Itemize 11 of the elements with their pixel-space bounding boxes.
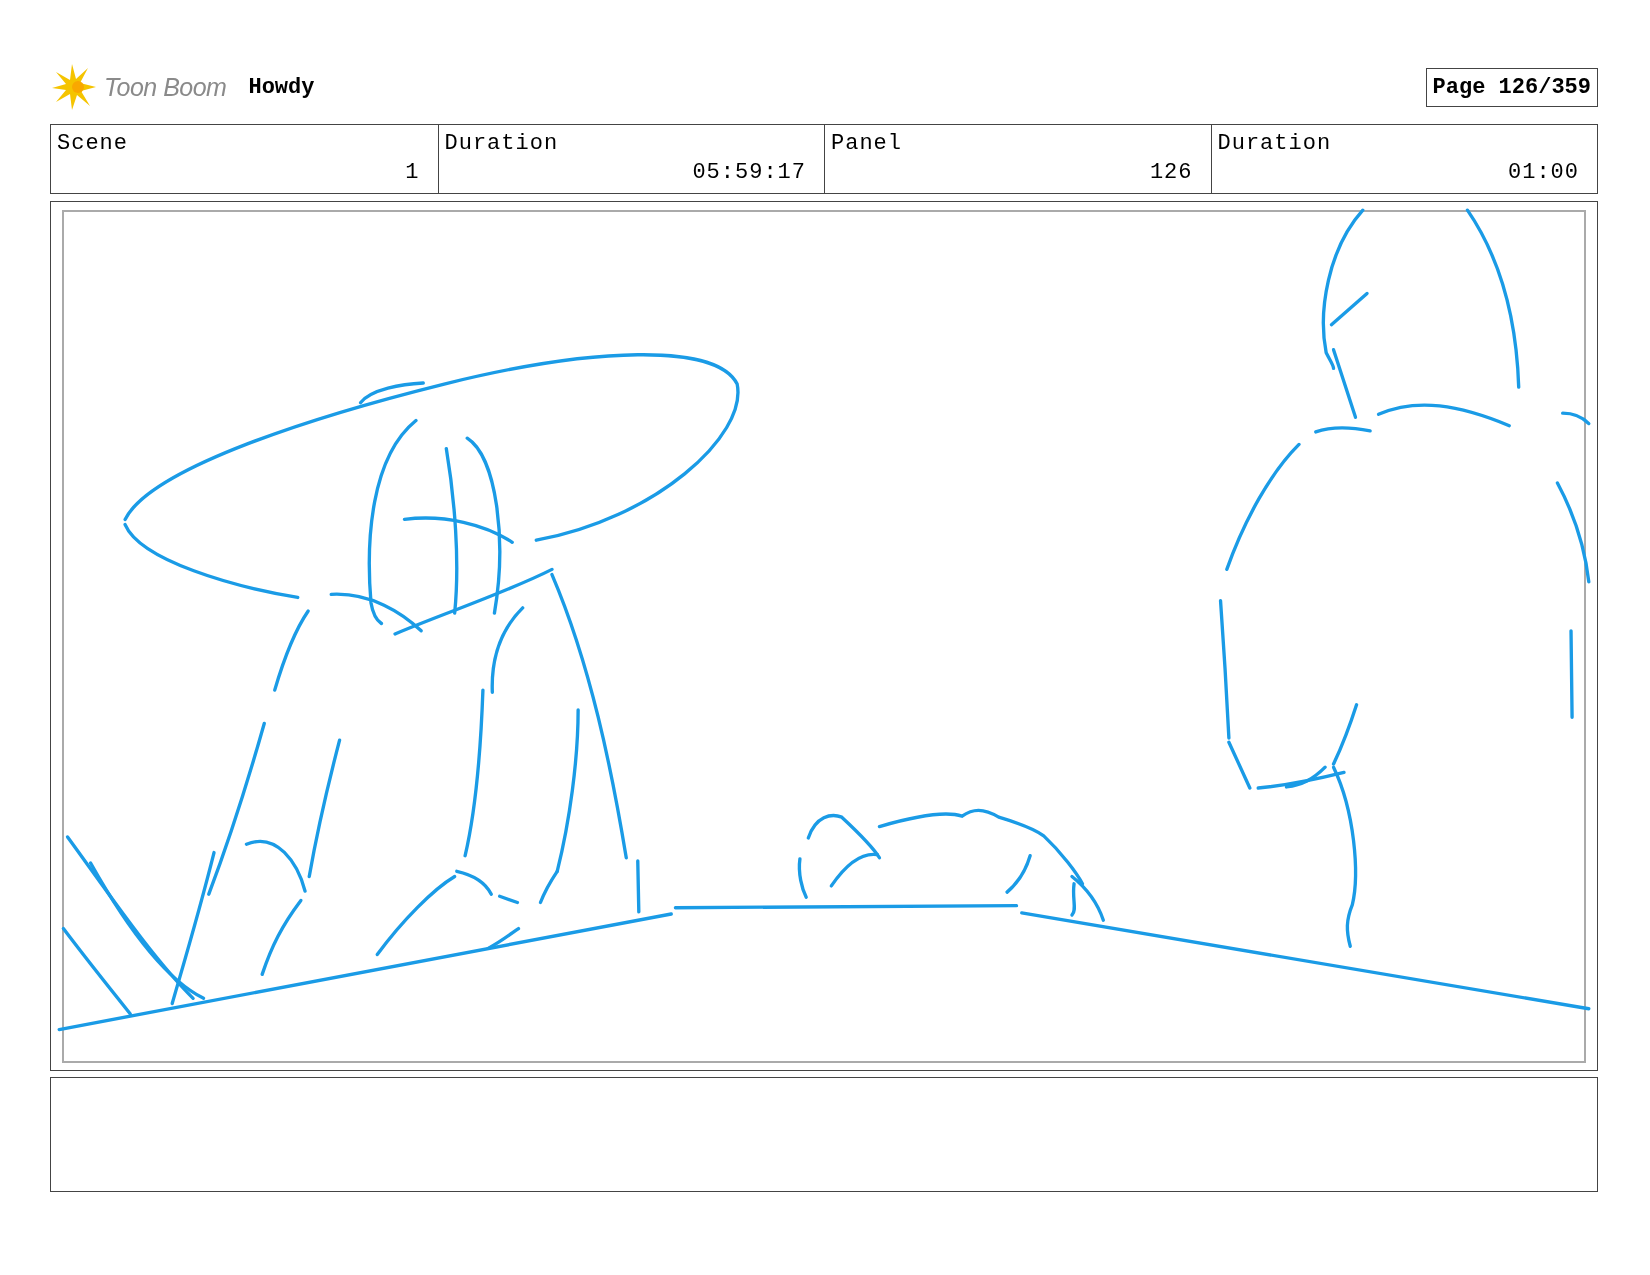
field-label: Duration [444,131,560,156]
field-label: Duration [1217,131,1333,156]
project-title: Howdy [248,74,315,100]
field-label: Scene [57,131,129,156]
field-value: 1 [405,160,420,185]
field-label: Panel [831,131,903,156]
page-number: Page 126/359 [1425,67,1598,107]
field-value: 05:59:17 [692,160,806,185]
logo-text: Toon Boom [104,72,227,102]
field-value: 126 [1149,160,1193,185]
field-value: 01:00 [1508,160,1579,185]
